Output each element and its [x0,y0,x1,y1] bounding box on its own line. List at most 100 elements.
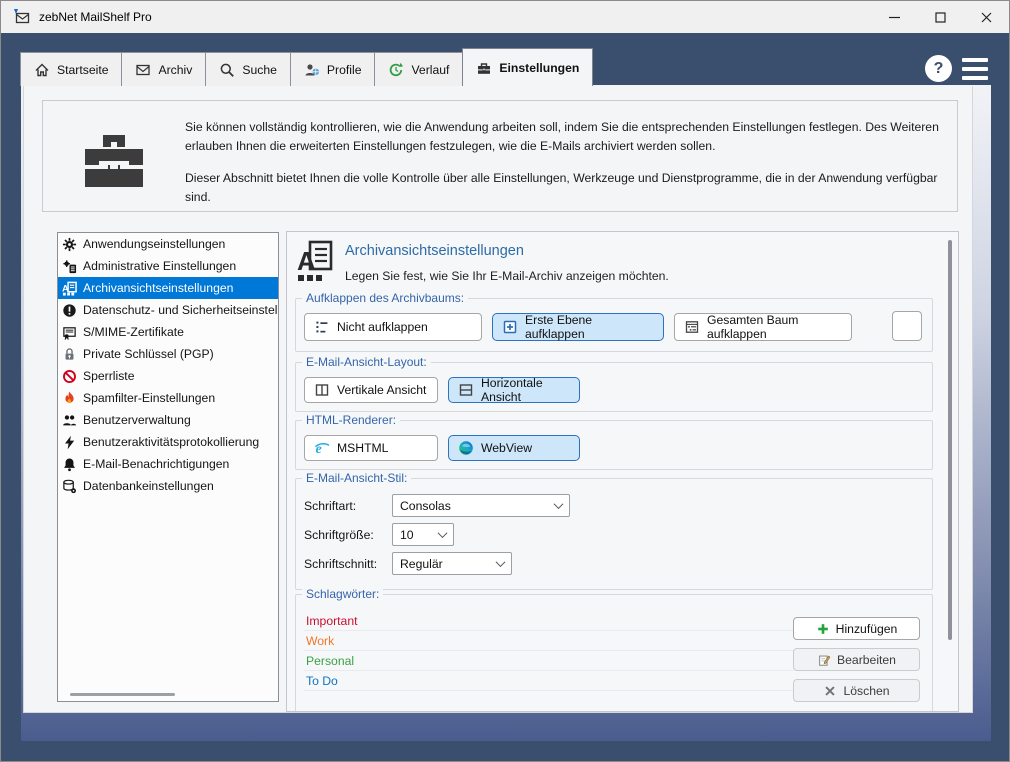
option-button-webview[interactable]: WebView [448,435,580,461]
hinzufügen-button[interactable]: Hinzufügen [793,617,920,640]
close-button[interactable] [963,1,1009,33]
tab-einstellungen[interactable]: Einstellungen [462,48,593,86]
sidebar-item-label: Private Schlüssel (PGP) [83,347,214,361]
clear-selection-button[interactable] [892,311,922,341]
sidebar-item-label: Sperrliste [83,369,134,383]
option-button-erste-ebene-aufklappen[interactable]: Erste Ebene aufklappen [492,313,664,341]
tag-row[interactable]: Personal [304,651,794,671]
option-button-label: Erste Ebene aufklappen [525,313,654,341]
archive-view-icon: A [297,240,333,282]
tab-label: Archiv [158,63,192,77]
maximize-button[interactable] [917,1,963,33]
option-button-horizontale-ansicht[interactable]: Horizontale Ansicht [448,377,580,403]
expand-plus-icon [502,319,518,335]
group-layout-label: E-Mail-Ansicht-Layout: [302,355,431,369]
tab-archiv[interactable]: Archiv [121,52,206,86]
history-icon [388,62,404,78]
tab-profile[interactable]: Profile [290,52,376,86]
tab-bar: Startseite Archiv Suche Profile Verlauf Einst… [21,48,593,86]
sidebar-item-label: Benutzeraktivitätsprotokollierung [83,435,259,449]
tag-row[interactable]: Work [304,631,794,651]
sidebar-item[interactable]: Datenbankeinstellungen [58,475,278,497]
help-button[interactable]: ? [925,55,952,82]
privacy-icon [62,303,77,318]
group-mail-view-style: E-Mail-Ansicht-Stil: Schriftart:Consolas… [295,478,933,590]
pgp-key-icon [62,347,77,362]
sidebar-item-label: Anwendungseinstellungen [83,237,225,251]
style-field-label: Schriftschnitt: [304,557,392,571]
tag-row[interactable]: Important [304,611,794,631]
minimize-button[interactable] [871,1,917,33]
activity-log-icon [62,435,77,450]
sidebar-item[interactable]: Administrative Einstellungen [58,255,278,277]
group-mail-view-layout: E-Mail-Ansicht-Layout: Vertikale Ansicht… [295,362,933,412]
bearbeiten-button[interactable]: Bearbeiten [793,648,920,671]
option-button-vertikale-ansicht[interactable]: Vertikale Ansicht [304,377,438,403]
app-window: zebNet MailShelf Pro Startseite Archiv Suc… [0,0,1010,762]
tab-suche[interactable]: Suche [205,52,291,86]
select-schriftgröße[interactable]: 10 [392,523,454,546]
group-style-label: E-Mail-Ansicht-Stil: [302,471,411,485]
sidebar-horizontal-scrollbar[interactable] [70,693,175,696]
toolbox-icon [81,121,147,191]
sidebar-item[interactable]: Anwendungseinstellungen [58,233,278,255]
select-schriftschnitt[interactable]: Regulär [392,552,512,575]
window-title: zebNet MailShelf Pro [39,10,152,24]
tag-row[interactable]: To Do [304,671,794,691]
tab-verlauf[interactable]: Verlauf [374,52,463,86]
intro-box: Sie können vollständig kontrollieren, wi… [42,100,958,212]
intro-text: Sie können vollständig kontrollieren, wi… [185,118,939,207]
chevron-down-icon [438,528,448,538]
tag-actions: Hinzufügen Bearbeiten Löschen [793,617,920,702]
admin-settings-icon [62,259,77,274]
sidebar-item-label: Archivansichtseinstellungen [83,281,233,295]
sidebar-item[interactable]: Private Schlüssel (PGP) [58,343,278,365]
option-button-gesamten-baum-aufklappen[interactable]: Gesamten Baum aufklappen [674,313,852,341]
certificate-icon [62,325,77,340]
tab-label: Einstellungen [499,61,579,75]
tab-label: Startseite [57,63,108,77]
group-html-renderer: HTML-Renderer: eMSHTMLWebView [295,420,933,470]
option-button-mshtml[interactable]: e MSHTML [304,435,438,461]
help-icon: ? [934,60,944,78]
menu-button[interactable] [962,58,988,80]
sidebar-item-label: Datenschutz- und Sicherheitseinstellu [83,303,278,317]
sidebar-item[interactable]: Sperrliste [58,365,278,387]
tab-startseite[interactable]: Startseite [20,52,122,86]
sidebar-item[interactable]: AArchivansichtseinstellungen [58,277,278,299]
sidebar-item[interactable]: Datenschutz- und Sicherheitseinstellu [58,299,278,321]
style-field-row: Schriftart:Consolas [304,491,924,520]
tab-label: Profile [327,63,362,77]
panel-vertical-scrollbar[interactable] [948,240,952,640]
tab-label: Suche [242,63,277,77]
sidebar-item[interactable]: S/MIME-Zertifikate [58,321,278,343]
select-schriftart[interactable]: Consolas [392,494,570,517]
option-button-label: Nicht aufklappen [337,320,428,334]
tag-list: ImportantWorkPersonalTo Do [304,611,794,691]
expand-tree-icon [684,319,700,335]
sidebar-item[interactable]: Spamfilter-Einstellungen [58,387,278,409]
group-tags: Schlagwörter: ImportantWorkPersonalTo Do… [295,594,933,712]
app-mail-icon [13,9,31,25]
ie-icon: e [314,440,330,456]
notifications-icon [62,457,77,472]
sidebar-item[interactable]: E-Mail-Benachrichtigungen [58,453,278,475]
profile-icon [304,62,320,78]
löschen-button[interactable]: Löschen [793,679,920,702]
svg-text:A: A [297,246,316,276]
option-button-label: MSHTML [337,441,388,455]
search-icon [219,62,235,78]
option-button-nicht-aufklappen[interactable]: Nicht aufklappen [304,313,482,341]
action-button-label: Bearbeiten [837,653,896,667]
chevron-down-icon [554,499,564,509]
sidebar-item[interactable]: Benutzerverwaltung [58,409,278,431]
option-button-label: Horizontale Ansicht [481,376,570,404]
style-field-row: Schriftschnitt:Regulär [304,549,924,578]
style-field-row: Schriftgröße:10 [304,520,924,549]
title-bar: zebNet MailShelf Pro [1,1,1009,33]
home-icon [34,62,50,78]
option-button-label: WebView [481,441,532,455]
database-icon [62,479,77,494]
chevron-down-icon [496,557,506,567]
sidebar-item[interactable]: Benutzeraktivitätsprotokollierung [58,431,278,453]
